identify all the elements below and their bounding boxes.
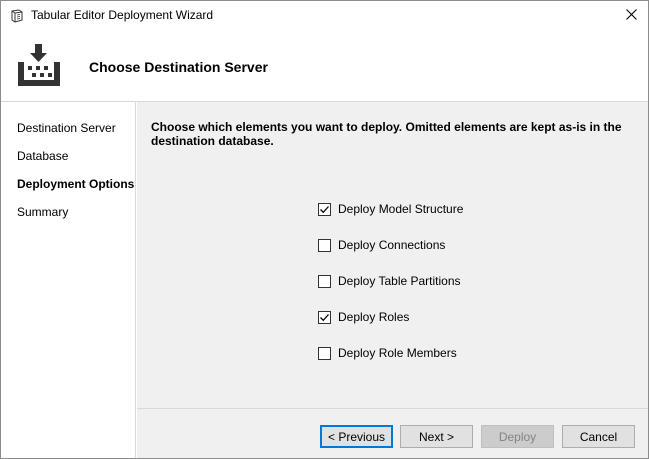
previous-button[interactable]: < Previous (320, 425, 393, 448)
option-label: Deploy Role Members (338, 346, 457, 360)
option-deploy-role-members[interactable]: Deploy Role Members (318, 345, 457, 361)
step-destination-server: Destination Server (17, 121, 116, 135)
window-title: Tabular Editor Deployment Wizard (31, 8, 214, 22)
option-deploy-connections[interactable]: Deploy Connections (318, 237, 445, 253)
deploy-roles-checkbox[interactable] (318, 310, 331, 324)
option-deploy-table-partitions[interactable]: Deploy Table Partitions (318, 273, 461, 289)
checkmark-icon (320, 313, 329, 321)
tabular-editor-icon (9, 8, 25, 24)
page-title: Choose Destination Server (89, 59, 268, 75)
step-deployment-options: Deployment Options (17, 177, 135, 191)
title-bar[interactable]: Tabular Editor Deployment Wizard (1, 1, 648, 30)
close-button[interactable] (614, 1, 648, 30)
step-database: Database (17, 149, 69, 163)
cancel-button[interactable]: Cancel (562, 425, 635, 448)
deploy-model-structure-checkbox[interactable] (318, 202, 331, 216)
option-label: Deploy Table Partitions (338, 274, 461, 288)
step-summary: Summary (17, 205, 69, 219)
option-label: Deploy Connections (338, 238, 446, 252)
deploy-role-members-checkbox[interactable] (318, 346, 331, 360)
deploy-button: Deploy (481, 425, 554, 448)
option-deploy-roles[interactable]: Deploy Roles (318, 309, 409, 325)
close-icon (625, 8, 637, 23)
wizard-steps-sidebar: Destination Server Database Deployment O… (1, 102, 136, 458)
deploy-icon (15, 42, 63, 90)
option-label: Deploy Roles (338, 310, 410, 324)
options-panel: Choose which elements you want to deploy… (137, 102, 648, 408)
instructions-text: Choose which elements you want to deploy… (151, 120, 622, 148)
deploy-connections-checkbox[interactable] (318, 238, 331, 252)
option-deploy-model-structure[interactable]: Deploy Model Structure (318, 201, 463, 217)
option-label: Deploy Model Structure (338, 202, 464, 216)
deploy-table-partitions-checkbox[interactable] (318, 274, 331, 288)
wizard-window: Tabular Editor Deployment Wizard Choose … (0, 0, 649, 459)
checkmark-icon (320, 205, 329, 213)
next-button[interactable]: Next > (400, 425, 473, 448)
wizard-header: Choose Destination Server (1, 30, 648, 102)
wizard-footer: < Previous Next > Deploy Cancel (137, 408, 648, 458)
